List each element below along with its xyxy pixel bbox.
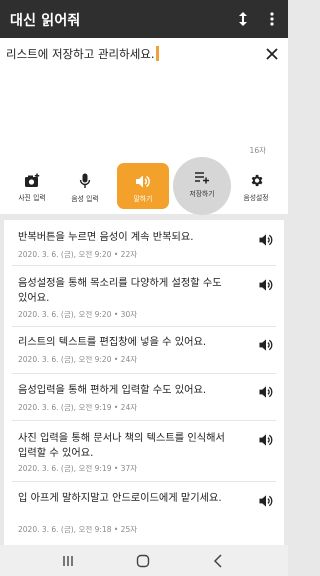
list-item[interactable]: 입 아프게 말하지말고 안드로이드에게 맡기세요. 2020. 3. 6. (금… — [4, 482, 284, 545]
list-item-meta: 2020. 3. 6. (금), 오전 9:19 • 24자 — [18, 403, 138, 412]
speaker-icon — [136, 175, 150, 188]
voice-input-label: 음성 입력 — [71, 195, 99, 203]
list-item[interactable]: 리스트의 텍스트를 편집창에 넣을 수 있어요. 2020. 3. 6. (금)… — [4, 327, 284, 373]
list-item-text: 사진 입력을 통해 문서나 책의 텍스트를 인식해서 입력할 수 있어요. — [18, 433, 225, 459]
list-item-meta: 2020. 3. 6. (금), 오전 9:20 • 30자 — [18, 310, 138, 319]
save-label: 저장하기 — [189, 190, 215, 198]
recent-apps-icon[interactable] — [58, 552, 78, 570]
list-item-meta: 2020. 3. 6. (금), 오전 9:20 • 22자 — [18, 250, 138, 259]
app-title: 대신 읽어줘 — [10, 13, 81, 29]
save-button[interactable]: 저장하기 — [173, 157, 231, 215]
system-nav-bar — [0, 545, 288, 576]
list-item-text: 음성입력을 통해 편하게 입력할 수도 있어요. — [18, 385, 207, 396]
more-menu-icon[interactable] — [261, 8, 283, 30]
list-item-text: 입 아프게 말하지말고 안드로이드에게 맡기세요. — [18, 493, 222, 504]
text-editor[interactable]: 리스트에 저장하고 관리하세요. 16자 — [0, 38, 288, 158]
photo-input-button[interactable]: 사진 입력 — [8, 162, 56, 210]
voice-settings-button[interactable]: 음성설정 — [232, 162, 280, 210]
microphone-icon — [79, 173, 91, 188]
text-cursor — [155, 46, 159, 61]
list-item[interactable]: 음성설정을 통해 목소리를 다양하게 설정할 수도 있어요. 2020. 3. … — [4, 266, 284, 326]
text-input[interactable]: 리스트에 저장하고 관리하세요. — [6, 46, 159, 62]
gear-icon — [251, 174, 262, 187]
list-item[interactable]: 음성입력을 통해 편하게 입력할 수도 있어요. 2020. 3. 6. (금)… — [4, 374, 284, 420]
photo-input-label: 사진 입력 — [18, 194, 46, 202]
playlist-add-icon — [195, 172, 209, 184]
speaker-icon[interactable] — [258, 337, 274, 351]
list-item-meta: 2020. 3. 6. (금), 오전 9:20 • 24자 — [18, 355, 138, 364]
sort-icon[interactable] — [232, 8, 254, 30]
saved-text-list: 반복버튼을 누르면 음성이 계속 반복되요. 2020. 3. 6. (금), … — [4, 220, 284, 545]
speaker-icon[interactable] — [258, 432, 274, 446]
list-item-text: 반복버튼을 누르면 음성이 계속 반복되요. — [18, 232, 194, 243]
list-item-text: 리스트의 텍스트를 편집창에 넣을 수 있어요. — [18, 337, 207, 348]
text-input-value: 리스트에 저장하고 관리하세요. — [6, 47, 155, 61]
back-icon[interactable] — [208, 552, 228, 570]
speaker-icon[interactable] — [258, 232, 274, 246]
list-item-meta: 2020. 3. 6. (금), 오전 9:19 • 37자 — [18, 464, 138, 473]
list-item[interactable]: 사진 입력을 통해 문서나 책의 텍스트를 인식해서 입력할 수 있어요. 20… — [4, 421, 284, 481]
clear-icon[interactable] — [264, 46, 280, 62]
speak-button[interactable]: 말하기 — [117, 163, 169, 209]
char-count: 16자 — [249, 146, 266, 155]
home-icon[interactable] — [133, 552, 153, 570]
camera-plus-icon — [25, 173, 40, 187]
speaker-icon[interactable] — [258, 384, 274, 398]
speaker-icon[interactable] — [258, 277, 274, 291]
app-bar: 대신 읽어줘 — [0, 0, 288, 38]
list-item-text: 음성설정을 통해 목소리를 다양하게 설정할 수도 있어요. — [18, 278, 222, 304]
voice-settings-label: 음성설정 — [243, 194, 269, 202]
speak-label: 말하기 — [133, 195, 153, 203]
speaker-icon[interactable] — [258, 493, 274, 507]
voice-input-button[interactable]: 음성 입력 — [61, 162, 109, 210]
action-toolbar: 사진 입력 음성 입력 말하기 저장하기 음성설정 — [0, 157, 288, 215]
list-item-meta: 2020. 3. 6. (금), 오전 9:18 • 25자 — [18, 525, 138, 534]
